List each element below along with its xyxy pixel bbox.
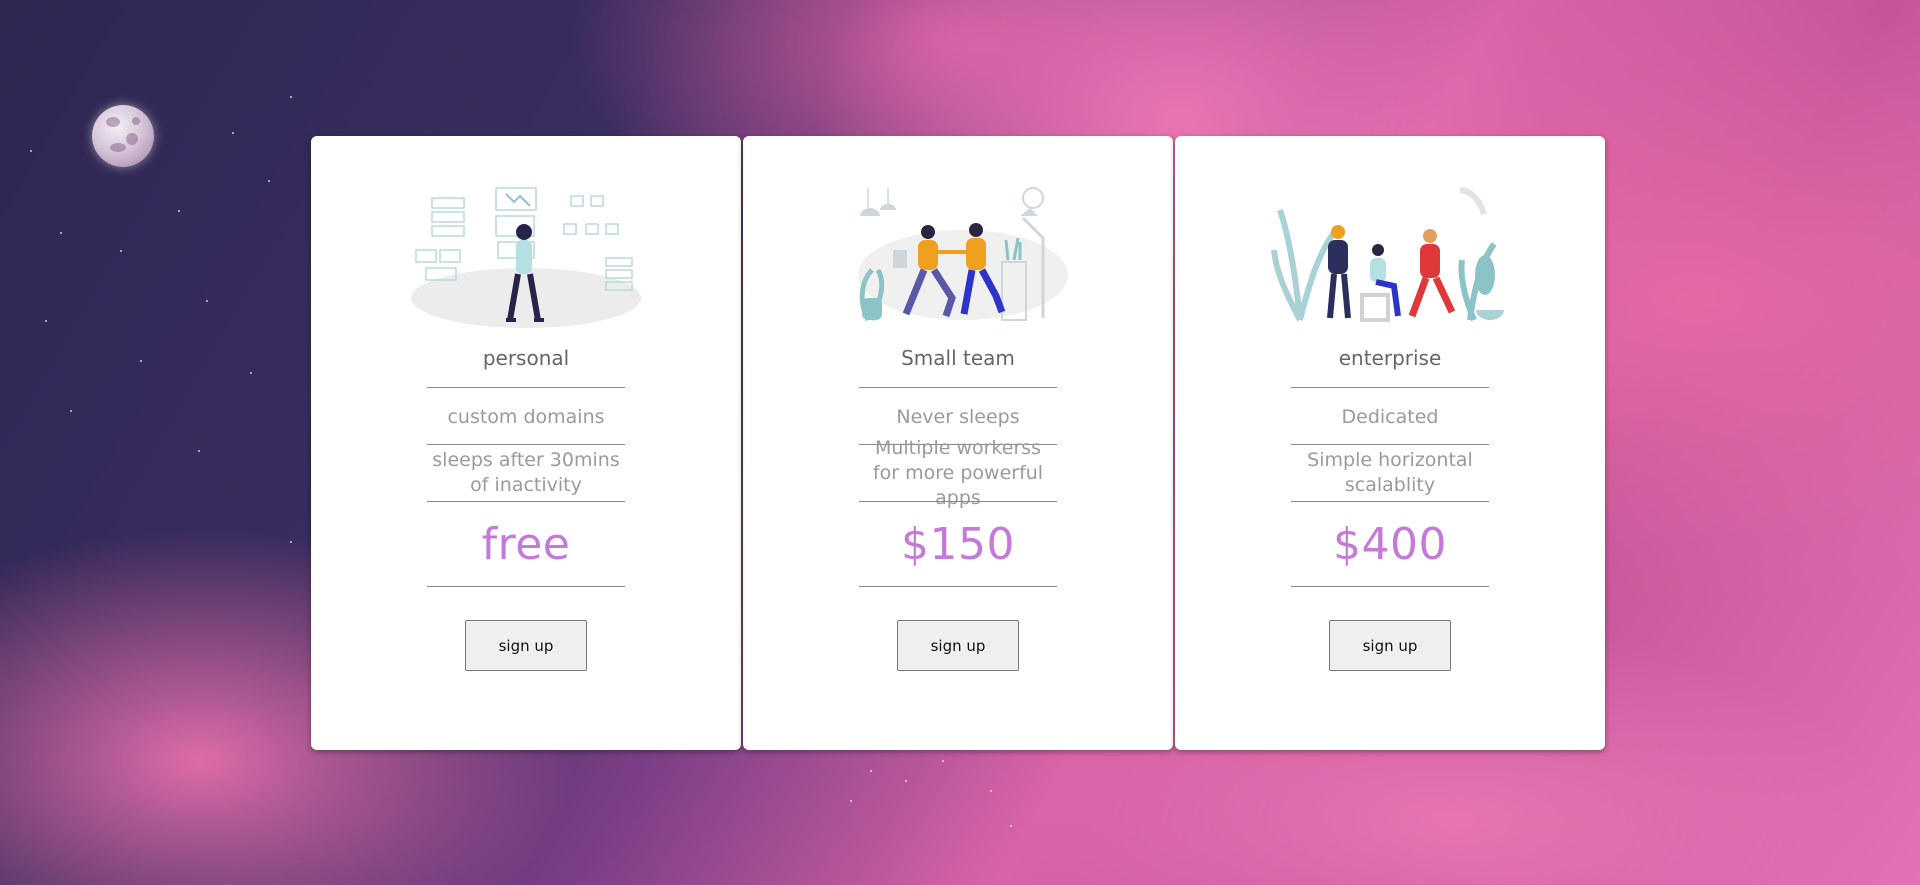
plan-card-small-team: Small team Never sleeps Multiple workers… [743,136,1173,750]
pricing-cards: personal custom domains sleeps after 30m… [311,136,1607,750]
divider [427,387,625,388]
divider [1291,387,1489,388]
divider [859,387,1057,388]
sign-up-button[interactable]: sign up [897,620,1019,671]
plan-price: free [481,518,571,570]
plan-price: $150 [901,518,1015,570]
plan-price: $400 [1333,518,1447,570]
divider [1291,586,1489,587]
plan-feature: Simple horizontal scalablity [1307,449,1473,496]
sign-up-button[interactable]: sign up [465,620,587,671]
divider [859,586,1057,587]
plan-name: personal [482,346,570,370]
plan-name: enterprise [1338,346,1442,370]
plan-feature: sleeps after 30mins of inactivity [432,449,620,496]
plan-card-enterprise: enterprise Dedicated Simple horizontal s… [1175,136,1605,750]
plan-name: Small team [901,346,1015,370]
plan-feature: Dedicated [1341,406,1439,428]
team-meeting-illustration [1271,187,1504,322]
plan-feature: custom domains [447,406,605,428]
plan-feature: Multiple workerss for more powerful apps [872,436,1044,509]
plan-card-personal: personal custom domains sleeps after 30m… [311,136,741,750]
sign-up-button[interactable]: sign up [1329,620,1451,671]
divider [427,586,625,587]
person-dashboard-illustration [411,187,641,328]
team-walking-illustration [858,187,1068,322]
moon-image [92,105,154,167]
